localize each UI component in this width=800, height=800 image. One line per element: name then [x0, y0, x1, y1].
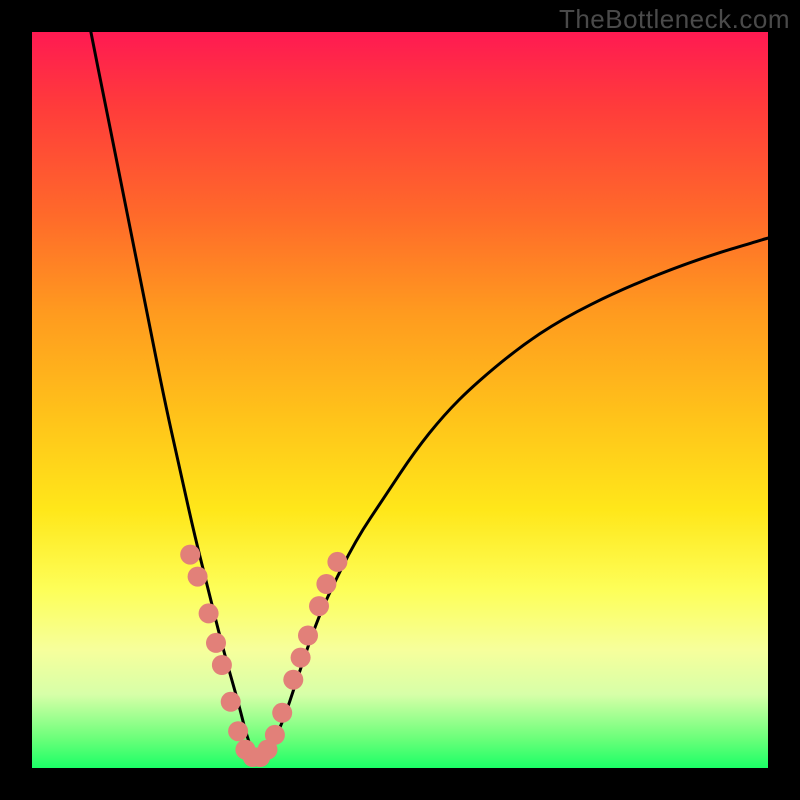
threshold-dot	[283, 670, 303, 690]
threshold-dot	[291, 648, 311, 668]
curve-layer	[32, 32, 768, 768]
threshold-dots	[180, 545, 347, 767]
threshold-dot	[199, 603, 219, 623]
chart-frame: TheBottleneck.com	[0, 0, 800, 800]
threshold-dot	[272, 703, 292, 723]
threshold-dot	[327, 552, 347, 572]
plot-area	[32, 32, 768, 768]
threshold-dot	[316, 574, 336, 594]
watermark-text: TheBottleneck.com	[559, 4, 790, 35]
threshold-dot	[188, 567, 208, 587]
threshold-dot	[265, 725, 285, 745]
threshold-dot	[180, 545, 200, 565]
threshold-dot	[228, 721, 248, 741]
bottleneck-curve	[91, 32, 768, 759]
threshold-dot	[221, 692, 241, 712]
threshold-dot	[309, 596, 329, 616]
threshold-dot	[212, 655, 232, 675]
threshold-dot	[298, 626, 318, 646]
threshold-dot	[206, 633, 226, 653]
